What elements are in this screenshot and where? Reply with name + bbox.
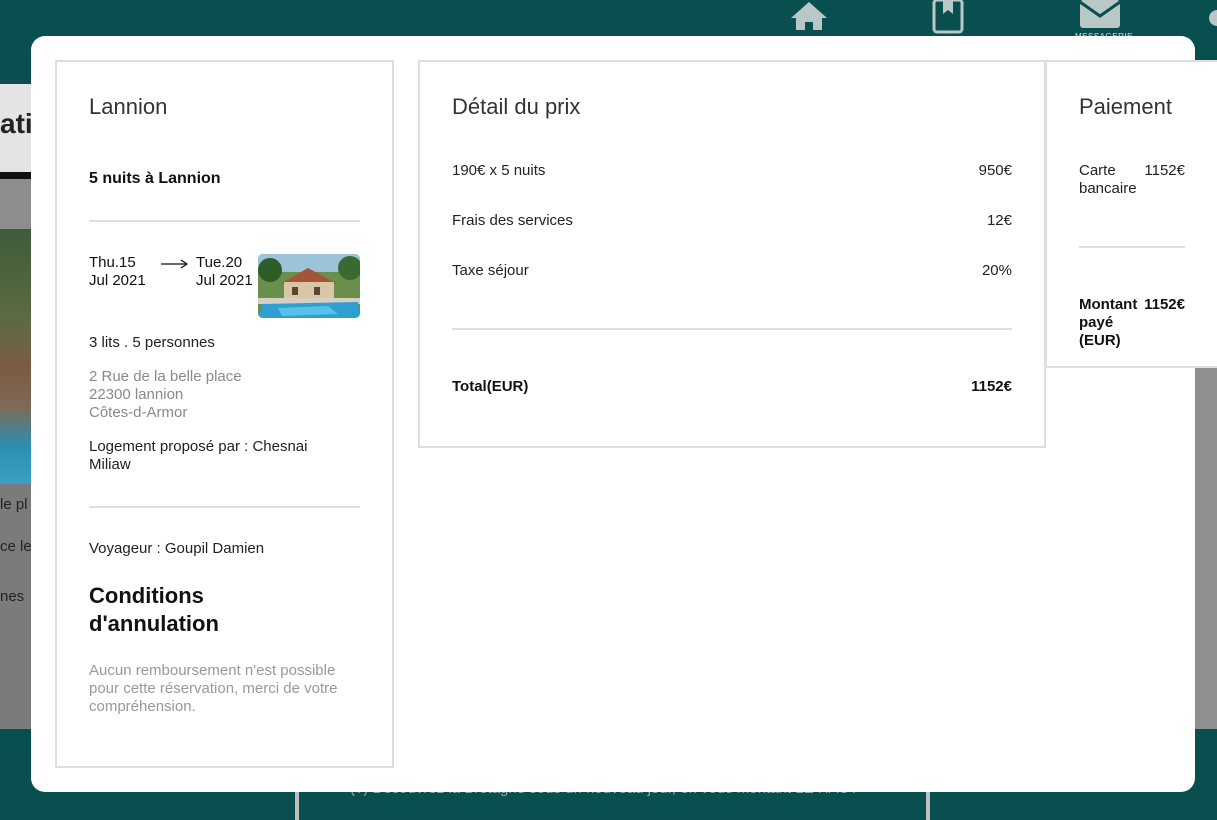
checkin-month: Jul 2021 — [89, 272, 146, 289]
background-text-2: ce le — [0, 538, 32, 555]
arrow-right-icon — [161, 259, 189, 269]
background-text-3: nes — [0, 588, 25, 605]
price-detail-title: Détail du prix — [452, 94, 581, 119]
user-icon — [1209, 10, 1217, 26]
cancellation-title: Conditions d'annulation — [89, 583, 219, 636]
house-pool-image — [258, 254, 360, 318]
traveler-line: Voyageur : Goupil Damien — [89, 540, 265, 557]
bookmark-nav — [928, 0, 968, 34]
total-value: 1152€ — [971, 378, 1012, 395]
checkin-date: Thu.15 Jul 2021 — [89, 254, 146, 290]
price-detail-card: Détail du prix 190€ x 5 nuits 950€ Frais… — [418, 60, 1046, 448]
cancellation-text: Aucun remboursement n'est possible pour … — [89, 662, 338, 715]
booking-summary-modal: Lannion 5 nuits à Lannion Thu.15 Jul 202… — [31, 36, 1217, 792]
price-row-value: 12€ — [986, 212, 1012, 229]
card-payment-label: Carte bancaire — [1079, 162, 1137, 197]
user-nav — [1205, 0, 1217, 30]
divider — [1079, 246, 1185, 248]
home-nav — [787, 0, 831, 32]
paid-amount-value: 1152€ — [1144, 296, 1185, 313]
price-row-label: Taxe séjour — [452, 262, 529, 279]
mail-icon — [1079, 0, 1121, 28]
divider — [89, 506, 360, 508]
price-row-value: 950€ — [978, 162, 1012, 179]
property-address: 2 Rue de la belle place 22300 lannion Cô… — [89, 368, 242, 422]
price-row-label: Frais des services — [452, 212, 573, 229]
payment-card: Paiement Carte bancaire 1152€ Montant pa… — [1045, 60, 1217, 368]
total-label: Total(EUR) — [452, 378, 529, 395]
price-row-value: 20% — [981, 262, 1012, 279]
address-line-3: Côtes-d-Armor — [89, 404, 188, 421]
nights-label: 5 nuits à Lannion — [89, 170, 221, 187]
checkout-date: Tue.20 Jul 2021 — [196, 254, 253, 290]
address-line-2: 22300 lannion — [89, 386, 184, 403]
mail-nav: MESSAGERIE — [1075, 0, 1132, 41]
bookmark-icon — [932, 0, 964, 34]
city-title: Lannion — [89, 94, 168, 119]
paid-amount-label: Montant payé (EUR) — [1079, 296, 1138, 349]
background-photo — [0, 229, 32, 484]
address-line-1: 2 Rue de la belle place — [89, 368, 242, 385]
background-text-1: le pl — [0, 496, 28, 513]
home-icon — [791, 2, 827, 30]
beds-people: 3 lits . 5 personnes — [89, 334, 215, 351]
checkout-month: Jul 2021 — [196, 272, 253, 289]
property-thumbnail — [258, 254, 360, 318]
divider — [89, 220, 360, 222]
checkin-day: Thu.15 — [89, 254, 136, 271]
payment-title: Paiement — [1079, 94, 1172, 119]
card-payment-value: 1152€ — [1144, 162, 1185, 179]
checkout-day: Tue.20 — [196, 254, 243, 271]
stay-summary-card: Lannion 5 nuits à Lannion Thu.15 Jul 202… — [55, 60, 394, 768]
divider — [452, 328, 1012, 330]
price-row-label: 190€ x 5 nuits — [452, 162, 546, 179]
host-line: Logement proposé par : Chesnai Miliaw — [89, 438, 308, 473]
